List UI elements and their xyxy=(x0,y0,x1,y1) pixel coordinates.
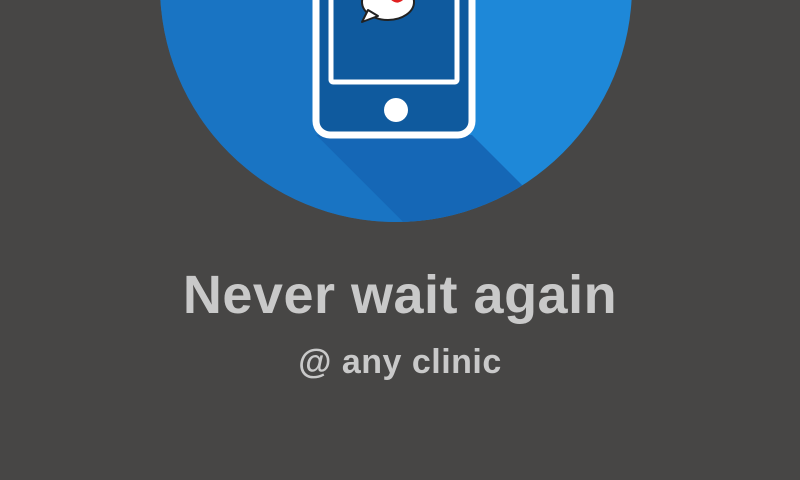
subheadline-text: @ any clinic xyxy=(298,343,502,381)
headline-text: Never wait again xyxy=(182,265,618,325)
phone-notification-icon xyxy=(160,0,632,222)
onboarding-screen: Never wait again @ any clinic xyxy=(0,0,800,480)
home-button-icon xyxy=(384,98,408,122)
